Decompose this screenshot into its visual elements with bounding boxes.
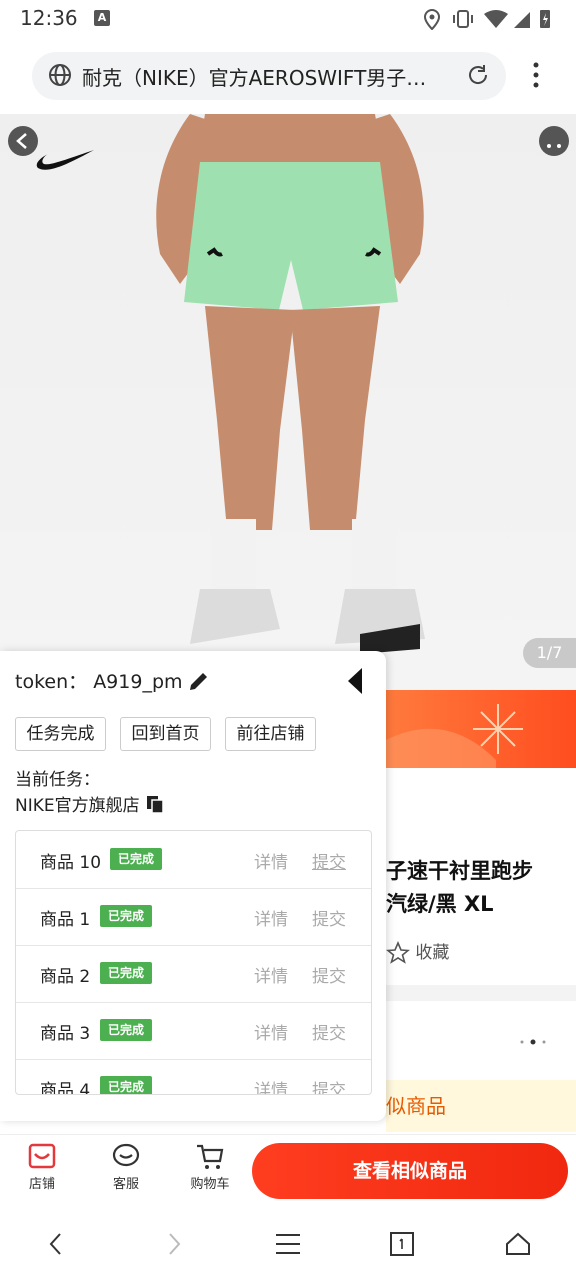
product-photo-illustration	[156, 114, 425, 654]
list-item: 商品 4 已完成 详情 提交	[16, 1059, 371, 1095]
detail-link[interactable]: 详情	[254, 1019, 288, 1044]
chevron-right-icon	[169, 1233, 181, 1255]
favorite-label: 收藏	[415, 943, 450, 963]
token-value: A919_pm	[93, 671, 183, 693]
view-similar-button[interactable]: 查看相似商品	[252, 1143, 568, 1199]
text-a-icon: A	[94, 10, 110, 26]
product-task-list: 商品 10 已完成 详情 提交 商品 1 已完成 详情 提交 商品 2 已完成 …	[15, 830, 372, 1095]
tabs-icon	[390, 1232, 414, 1256]
item-name: 商品 2	[40, 967, 91, 987]
list-item: 商品 2 已完成 详情 提交	[16, 945, 371, 1003]
shop-icon	[28, 1143, 56, 1169]
wifi-icon	[484, 10, 508, 28]
favorite-button[interactable]: 收藏	[385, 938, 506, 968]
nav-back-button[interactable]	[32, 1220, 80, 1268]
item-name: 商品 4	[40, 1081, 91, 1095]
status-badge: 已完成	[100, 962, 153, 984]
status-time: 12:36	[20, 6, 78, 30]
current-task-shop-name: NIKE官方旗舰店	[15, 796, 140, 816]
status-badge: 已完成	[100, 1076, 153, 1094]
token-row: token： A919_pm	[15, 667, 183, 694]
nav-menu-button[interactable]	[264, 1220, 312, 1268]
more-horiz-icon	[547, 144, 561, 148]
cart-tab[interactable]: 购物车	[175, 1141, 245, 1192]
status-icons	[423, 8, 550, 30]
submit-link[interactable]: 提交	[312, 848, 346, 873]
list-item: 商品 1 已完成 详情 提交	[16, 888, 371, 946]
current-task-label: 当前任务：	[15, 770, 100, 790]
more-vert-icon[interactable]	[526, 60, 546, 90]
current-task-shop: NIKE官方旗舰店	[15, 791, 165, 816]
token-label: token：	[15, 671, 88, 693]
edit-pencil-icon[interactable]	[187, 669, 211, 693]
nav-forward-button[interactable]	[150, 1220, 198, 1268]
similar-items-strip[interactable]: 似商品	[386, 1080, 576, 1132]
product-title-line1: 子速干衬里跑步	[386, 859, 533, 883]
shop-tab[interactable]: 店铺	[7, 1141, 77, 1192]
nike-logo	[36, 150, 94, 170]
chevron-left-icon	[16, 133, 27, 149]
shop-label: 店铺	[28, 1177, 55, 1192]
status-badge: 已完成	[110, 848, 163, 870]
item-name: 商品 1	[40, 910, 91, 930]
nav-tabs-button[interactable]	[378, 1220, 426, 1268]
cart-icon	[197, 1144, 224, 1169]
service-label: 客服	[112, 1177, 139, 1192]
status-badge: 已完成	[100, 905, 153, 927]
location-icon	[423, 8, 441, 30]
submit-link[interactable]: 提交	[312, 1019, 346, 1044]
menu-icon	[276, 1234, 300, 1254]
signal-icon	[514, 12, 530, 28]
more-circle-button[interactable]	[539, 126, 569, 156]
detail-link[interactable]: 详情	[254, 1076, 288, 1094]
submit-link[interactable]: 提交	[312, 905, 346, 930]
status-badge: 已完成	[100, 1019, 153, 1041]
submit-link[interactable]: 提交	[312, 962, 346, 987]
back-circle-button[interactable]	[8, 126, 38, 156]
image-counter: 1/7	[523, 638, 576, 668]
item-name: 商品 10	[40, 853, 102, 873]
carousel-dots	[520, 1039, 546, 1045]
product-image[interactable]	[0, 114, 576, 690]
reload-icon[interactable]	[466, 63, 490, 87]
customer-service-icon	[112, 1143, 140, 1167]
globe-icon	[49, 64, 71, 86]
star-icon	[385, 940, 411, 964]
firework-icon	[386, 704, 523, 768]
section-divider	[386, 985, 576, 1001]
task-complete-button[interactable]: 任务完成	[15, 717, 106, 751]
detail-link[interactable]: 详情	[254, 848, 288, 873]
goto-shop-button[interactable]: 前往店铺	[225, 717, 316, 751]
list-item: 商品 10 已完成 详情 提交	[16, 831, 371, 889]
list-item: 商品 3 已完成 详情 提交	[16, 1002, 371, 1060]
vibrate-icon	[453, 10, 473, 28]
home-icon	[506, 1232, 530, 1255]
back-home-button[interactable]: 回到首页	[120, 717, 211, 751]
detail-link[interactable]: 详情	[254, 905, 288, 930]
item-name: 商品 3	[40, 1024, 91, 1044]
service-tab[interactable]: 客服	[91, 1141, 161, 1192]
chevron-left-icon	[49, 1233, 61, 1255]
copy-icon[interactable]	[145, 794, 165, 814]
promo-banner	[386, 690, 576, 768]
collapse-panel-icon[interactable]	[344, 666, 368, 696]
battery-icon	[540, 10, 550, 28]
detail-link[interactable]: 详情	[254, 962, 288, 987]
url-title[interactable]: 耐克（NIKE）官方AEROSWIFT男子…	[82, 62, 458, 91]
submit-link[interactable]: 提交	[312, 1076, 346, 1094]
product-title-line2: 汽绿/黑 XL	[386, 892, 494, 916]
nav-home-button[interactable]	[494, 1220, 542, 1268]
cart-label: 购物车	[190, 1177, 230, 1192]
